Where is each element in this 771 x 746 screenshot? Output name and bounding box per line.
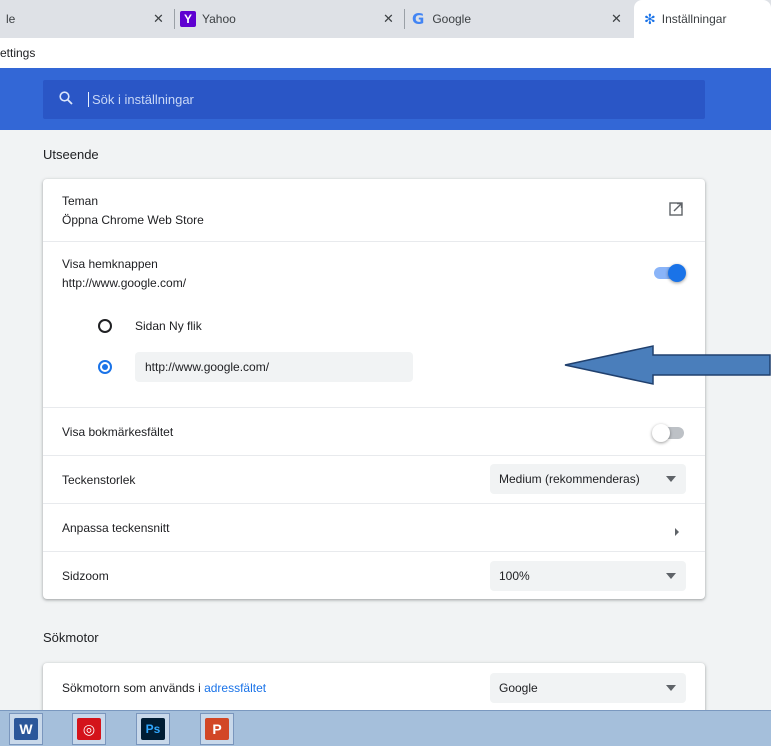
bookmarks-bar-row[interactable]: Visa bokmärkesfältet	[43, 407, 705, 456]
tab-label: Inställningar	[661, 12, 727, 26]
radio-new-tab-label: Sidan Ny flik	[135, 319, 202, 333]
close-icon[interactable]: ✕	[153, 11, 164, 27]
settings-header	[0, 68, 771, 130]
google-icon: G	[412, 10, 425, 28]
tab-partial[interactable]: le ✕	[0, 0, 172, 38]
powerpoint-icon: P	[205, 718, 229, 740]
taskbar-photoshop[interactable]: Ps	[136, 713, 170, 745]
font-size-label: Teckenstorlek	[62, 473, 136, 487]
yahoo-icon: Y	[180, 11, 196, 27]
home-button-sublabel: http://www.google.com/	[62, 276, 187, 290]
tab-label: le	[6, 12, 16, 26]
photoshop-icon: Ps	[141, 718, 165, 740]
tab-label: Google	[432, 12, 472, 26]
text-cursor	[88, 92, 89, 107]
acrobat-icon: ◎	[77, 718, 101, 740]
external-link-icon[interactable]	[669, 202, 683, 221]
close-icon[interactable]: ✕	[383, 11, 394, 27]
search-engine-value: Google	[499, 681, 538, 695]
customize-fonts-row[interactable]: Anpassa teckensnitt	[43, 503, 705, 552]
tab-label: Yahoo	[202, 12, 236, 26]
font-size-select[interactable]: Medium (rekommenderas)	[490, 464, 686, 494]
themes-label: Teman	[62, 194, 99, 208]
bookmarks-bar-label: Visa bokmärkesfältet	[62, 425, 174, 439]
dropdown-caret-icon	[666, 476, 676, 482]
taskbar-acrobat[interactable]: ◎	[72, 713, 106, 745]
search-engine-select[interactable]: Google	[490, 673, 686, 703]
dropdown-caret-icon	[666, 685, 676, 691]
customize-fonts-label: Anpassa teckensnitt	[62, 521, 170, 535]
address-text: ettings	[0, 46, 36, 60]
annotation-arrow	[564, 345, 771, 385]
taskbar-word[interactable]: W	[9, 713, 43, 745]
tab-separator	[404, 9, 405, 29]
search-engine-label-text: Sökmotorn som används i	[62, 681, 205, 695]
tab-settings[interactable]: ✻ Inställningar	[634, 0, 771, 38]
bookmarks-bar-toggle[interactable]	[652, 424, 686, 442]
radio-new-tab[interactable]	[98, 319, 112, 333]
page-zoom-row: Sidzoom 100%	[43, 551, 705, 600]
home-url-field[interactable]: http://www.google.com/	[135, 352, 413, 382]
themes-sublabel: Öppna Chrome Web Store	[62, 213, 204, 227]
search-engine-row: Sökmotorn som används i adressfältet Goo…	[43, 663, 705, 711]
home-button-label: Visa hemknappen	[62, 257, 158, 271]
search-box[interactable]	[43, 80, 705, 119]
tab-separator	[174, 9, 175, 29]
page-zoom-label: Sidzoom	[62, 569, 109, 583]
appearance-card: Teman Öppna Chrome Web Store Visa hemkna…	[43, 179, 705, 599]
page-zoom-select[interactable]: 100%	[490, 561, 686, 591]
tab-yahoo[interactable]: Y Yahoo ✕	[180, 0, 402, 38]
gear-icon: ✻	[644, 10, 656, 27]
word-icon: W	[14, 718, 38, 740]
tab-strip: le ✕ Y Yahoo ✕ G Google ✕ ✻ Inställninga…	[0, 0, 771, 38]
search-engine-label: Sökmotorn som används i adressfältet	[62, 681, 266, 695]
close-icon[interactable]: ✕	[611, 11, 622, 27]
taskbar: W ◎ Ps P	[0, 710, 771, 746]
section-title-search-engine: Sökmotor	[43, 630, 99, 645]
dropdown-caret-icon	[666, 573, 676, 579]
address-bar-link[interactable]: adressfältet	[204, 681, 266, 695]
search-icon	[59, 90, 77, 109]
search-input[interactable]	[90, 91, 674, 108]
themes-row[interactable]: Teman Öppna Chrome Web Store	[43, 179, 705, 241]
section-title-appearance: Utseende	[43, 147, 99, 162]
chevron-right-icon	[674, 523, 680, 541]
radio-custom-url[interactable]	[98, 360, 112, 374]
address-bar[interactable]: ettings	[0, 38, 771, 69]
home-button-toggle[interactable]	[652, 264, 686, 282]
font-size-value: Medium (rekommenderas)	[499, 472, 640, 486]
home-url-value: http://www.google.com/	[145, 360, 270, 374]
taskbar-powerpoint[interactable]: P	[200, 713, 234, 745]
page-zoom-value: 100%	[499, 569, 530, 583]
tab-google[interactable]: G Google ✕	[412, 0, 630, 38]
font-size-row: Teckenstorlek Medium (rekommenderas)	[43, 455, 705, 504]
